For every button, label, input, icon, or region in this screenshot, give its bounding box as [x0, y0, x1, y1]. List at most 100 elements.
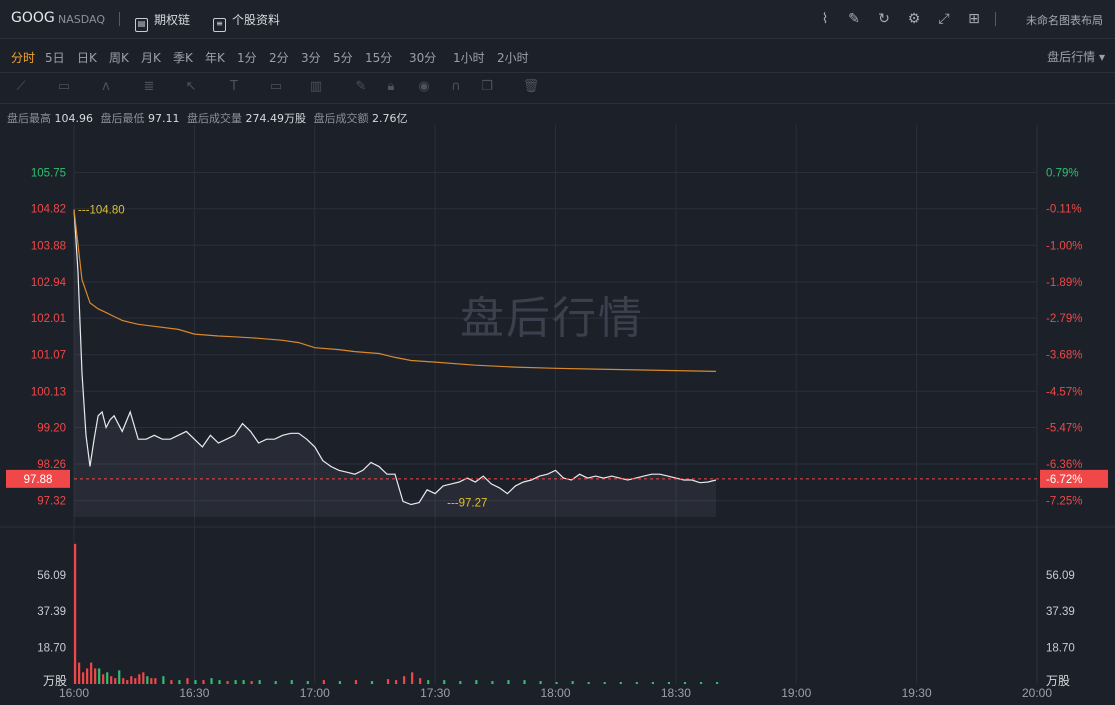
volume-bar [242, 680, 245, 684]
fullscreen-icon[interactable]: ⤢ [935, 10, 953, 28]
options-chain-icon: ▤ [135, 18, 148, 32]
company-profile-link[interactable]: ≡ 个股资料 [213, 11, 280, 32]
layout-name[interactable]: 未命名图表布局 [1026, 12, 1103, 28]
volume-bar [603, 682, 606, 684]
volume-bar [507, 680, 510, 684]
drawing-toolbar: ⟋ ▭ ʌ ≣ ↖ T ▭ ▥ ✎ 🔒︎ ◉ ∩ ❐ 🗑︎ [0, 73, 1115, 104]
magnet-icon[interactable]: ∩ [447, 79, 465, 95]
volume-bar [290, 680, 293, 684]
amount-value: 2.76亿 [372, 112, 408, 125]
volume-bar [555, 682, 558, 684]
volume-bar [571, 681, 574, 684]
volume-bar [122, 678, 125, 684]
brush-tool-icon[interactable]: ✎ [352, 79, 370, 95]
volume-bar [443, 680, 446, 684]
current-pct-value: -6.72% [1046, 474, 1082, 486]
x-tick-label: 17:00 [300, 686, 330, 700]
layout-grid-icon[interactable]: ⊞ [965, 10, 983, 28]
volume-bar [210, 678, 213, 684]
volume-value: 274.49万股 [245, 112, 307, 125]
copy-icon[interactable]: ❐ [478, 79, 496, 95]
period-tab[interactable]: 2分 [269, 49, 289, 66]
volume-bar [419, 678, 422, 684]
volume-bar [491, 681, 494, 684]
settings-icon[interactable]: ⚙ [905, 10, 923, 28]
period-tab[interactable]: 1小时 [453, 49, 485, 66]
volume-bar [411, 672, 414, 684]
period-tab[interactable]: 日K [77, 49, 97, 66]
watermark: 盘后行情 [460, 293, 644, 344]
volume-bar [699, 682, 703, 684]
arrow-tool-icon[interactable]: ↖ [182, 79, 200, 95]
period-tab[interactable]: 5日 [45, 49, 65, 66]
volume-bar [539, 681, 542, 684]
options-chain-link[interactable]: ▤ 期权链 [135, 11, 190, 32]
volume-bar [475, 680, 478, 684]
document-icon: ≡ [213, 18, 226, 32]
price-tick-label: 99.20 [37, 422, 66, 434]
period-tab[interactable]: 3分 [301, 49, 321, 66]
rectangle-tool-icon[interactable]: ▭ [55, 79, 73, 95]
period-tab[interactable]: 5分 [333, 49, 353, 66]
period-tab[interactable]: 2小时 [497, 49, 529, 66]
low-label: 盘后最低 [100, 112, 145, 125]
session-select[interactable]: 盘后行情 ▾ [1047, 48, 1105, 65]
percent-tick-label: 0.79% [1046, 168, 1079, 180]
volume-bar [427, 680, 430, 684]
symbol-label[interactable]: GOOG [11, 10, 55, 26]
text-tool-icon[interactable]: T [225, 79, 243, 95]
percent-tick-label: -1.89% [1046, 277, 1082, 289]
eye-icon[interactable]: ◉ [415, 79, 433, 95]
wave-tool-icon[interactable]: ʌ [97, 79, 115, 95]
line-tool-icon[interactable]: ⟋ [12, 79, 30, 95]
period-tab[interactable]: 1分 [237, 49, 257, 66]
session-select-label: 盘后行情 [1047, 50, 1096, 64]
lock-icon[interactable]: 🔒︎ [382, 79, 400, 95]
x-tick-label: 19:00 [781, 686, 811, 700]
price-tick-label: 98.26 [37, 459, 66, 471]
volume-bar [98, 668, 101, 684]
volume-bar [114, 678, 117, 684]
label-tool-icon[interactable]: ▭ [267, 79, 285, 95]
volume-bar [82, 672, 85, 684]
options-chain-label: 期权链 [154, 13, 191, 27]
volume-bar [86, 668, 89, 684]
company-profile-label: 个股资料 [232, 13, 281, 27]
volume-bar [102, 674, 105, 684]
period-tab[interactable]: 15分 [365, 49, 392, 66]
x-tick-label: 17:30 [420, 686, 450, 700]
price-tick-label: 102.94 [31, 277, 67, 289]
period-tab[interactable]: 季K [173, 49, 193, 66]
period-tab[interactable]: 分时 [11, 49, 35, 66]
volume-bar [403, 676, 406, 684]
period-tab[interactable]: 周K [109, 49, 129, 66]
volume-bar [234, 680, 237, 684]
price-tick-label: 101.07 [31, 350, 66, 362]
volume-bar [306, 681, 309, 684]
volume-bar [130, 676, 133, 684]
percent-tick-label: -4.57% [1046, 386, 1082, 398]
period-tab[interactable]: 30分 [409, 49, 436, 66]
chart-icon[interactable]: ⌇ [816, 10, 834, 28]
fib-tool-icon[interactable]: ≣ [140, 79, 158, 95]
volume-bar [126, 680, 129, 684]
volume-bar [78, 662, 81, 684]
volume-bar [146, 676, 149, 684]
low-value: 97.11 [148, 112, 180, 125]
volume-bar [218, 680, 221, 684]
period-tab[interactable]: 年K [205, 49, 225, 66]
trash-icon[interactable]: 🗑︎ [522, 79, 540, 95]
volume-bar [716, 682, 719, 684]
volume-bar [651, 682, 654, 684]
volume-bar [459, 681, 462, 684]
volume-bar [370, 681, 374, 684]
draw-icon[interactable]: ✎ [845, 10, 863, 28]
period-tabs: 盘后行情 ▾ 分时 5日 日K 周K 月K 季K 年K 1分 2分 3分 5分 15分 30分 1小时 2小… [0, 40, 1115, 73]
price-tick-label: 100.13 [31, 386, 66, 398]
volume-bar [74, 543, 77, 684]
period-tab[interactable]: 月K [141, 49, 161, 66]
volume-bar [134, 678, 137, 684]
measure-tool-icon[interactable]: ▥ [307, 79, 325, 95]
price-chart[interactable]: 16:00 16:30 17:00 17:30 18:00 18:30 19:00 19:30… [0, 125, 1115, 705]
refresh-icon[interactable]: ↻ [875, 10, 893, 28]
